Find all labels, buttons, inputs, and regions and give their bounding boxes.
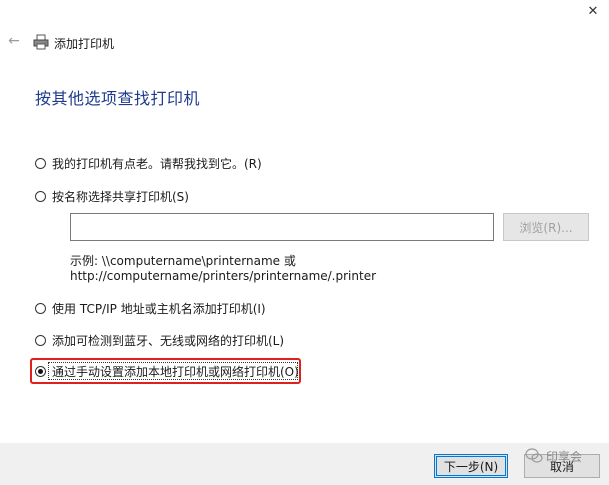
next-button[interactable]: 下一步(N) (434, 454, 508, 478)
printer-icon (33, 34, 49, 50)
footer-bar (0, 443, 609, 485)
browse-button[interactable]: 浏览(R)... (503, 213, 589, 241)
option-old-printer-label: 我的打印机有点老。请帮我找到它。(R) (52, 156, 262, 171)
radio-bluetooth-wireless[interactable] (35, 334, 46, 346)
example-line-2: http://computername/printers/printername… (70, 269, 377, 283)
wechat-watermark-icon (525, 447, 543, 465)
back-arrow-icon[interactable]: ← (6, 33, 22, 49)
option-tcpip[interactable]: 使用 TCP/IP 地址或主机名添加打印机(I) (35, 299, 266, 317)
option-bluetooth-wireless[interactable]: 添加可检测到蓝牙、无线或网络的打印机(L) (35, 331, 284, 349)
watermark-text: 印享会 (546, 450, 583, 464)
close-icon[interactable]: ✕ (585, 4, 601, 20)
option-share-by-name-label: 按名称选择共享打印机(S) (52, 189, 189, 204)
radio-manual-setup[interactable] (35, 365, 46, 377)
radio-tcpip[interactable] (35, 302, 46, 314)
example-line-1: 示例: \\computername\printername 或 (70, 254, 296, 268)
option-manual-setup-label: 通过手动设置添加本地打印机或网络打印机(O) (52, 364, 299, 379)
option-old-printer[interactable]: 我的打印机有点老。请帮我找到它。(R) (35, 154, 262, 172)
option-bluetooth-wireless-label: 添加可检测到蓝牙、无线或网络的打印机(L) (52, 333, 285, 348)
page-heading: 按其他选项查找打印机 (35, 89, 201, 108)
window-title: 添加打印机 (54, 37, 115, 51)
option-share-by-name[interactable]: 按名称选择共享打印机(S) (35, 187, 189, 205)
option-tcpip-label: 使用 TCP/IP 地址或主机名添加打印机(I) (52, 301, 266, 316)
radio-old-printer[interactable] (35, 157, 46, 169)
share-name-input[interactable] (70, 213, 494, 241)
radio-share-by-name[interactable] (35, 190, 46, 202)
option-manual-setup[interactable]: 通过手动设置添加本地打印机或网络打印机(O) (35, 362, 299, 380)
